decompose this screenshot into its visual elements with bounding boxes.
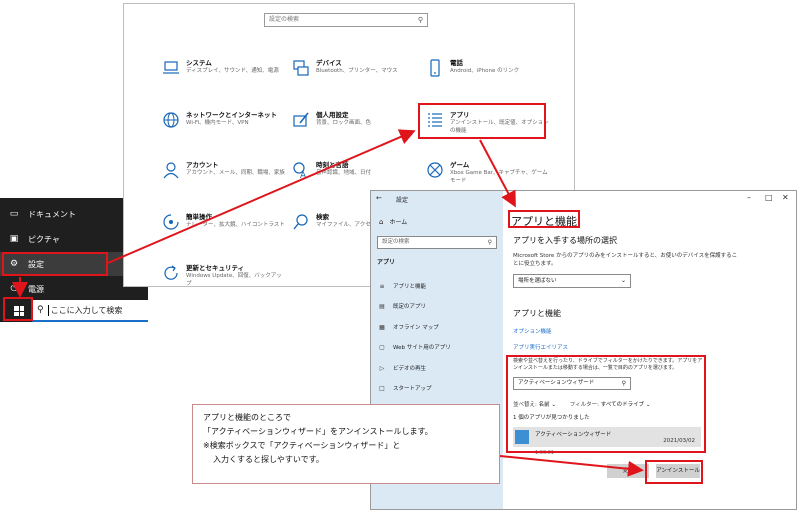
map-icon: ▦	[379, 323, 385, 331]
callout-line-4: 入力くすると探しやすいです。	[213, 455, 324, 464]
laptop-icon	[163, 61, 179, 74]
back-arrow-icon[interactable]: ←	[376, 194, 382, 202]
category-ease-of-access[interactable]: 簡単操作 ナレーター、拡大鏡、ハイコントラスト	[162, 211, 285, 247]
power-icon: ⏻	[10, 284, 18, 294]
startup-icon: □	[379, 384, 385, 392]
callout-line-1: アプリと機能のところで	[203, 413, 291, 422]
nav-item-apps-features[interactable]: ≡ アプリと機能	[377, 280, 501, 292]
category-personalization[interactable]: 個人用設定 背景、ロック画面、色	[292, 109, 412, 145]
globe-icon	[163, 112, 179, 128]
window-title: 設定	[396, 197, 409, 204]
category-system[interactable]: システム ディスプレイ、サウンド、通知、電源	[162, 57, 282, 93]
install-location-dropdown[interactable]: 場所を選ばない ⌄	[513, 274, 631, 288]
start-item-label: 電源	[28, 284, 44, 294]
nav-search-input[interactable]: 設定の検索 ⚲	[377, 236, 497, 249]
instruction-callout: アプリと機能のところで 「アクティベーションウィザード」をアンインストールします…	[192, 404, 500, 484]
search-icon: ⚲	[487, 239, 492, 246]
phone-icon	[430, 59, 440, 77]
nav-item-video-playback[interactable]: ▷ ビデオの再生	[377, 362, 501, 374]
update-icon	[164, 265, 178, 280]
time-language-icon: A	[293, 162, 307, 179]
nav-section-title: アプリ	[377, 259, 396, 266]
nav-item-startup[interactable]: □ スタートアップ	[377, 382, 501, 394]
app-execution-alias-link[interactable]: アプリ実行エイリアス	[513, 343, 568, 351]
settings-search-input[interactable]: 設定の検索 ⚲	[264, 13, 428, 27]
category-devices[interactable]: デバイス Bluetooth、プリンター、マウス	[292, 57, 412, 93]
highlight-page-title	[508, 210, 580, 228]
xbox-icon	[427, 162, 443, 178]
optional-features-link[interactable]: オプション機能	[513, 327, 552, 335]
document-icon: ▭	[9, 209, 19, 219]
paint-icon	[293, 112, 309, 127]
highlight-search-area	[506, 355, 706, 453]
taskbar-search-box[interactable]: ⚲ ここに入力して検索	[32, 300, 148, 322]
category-phone[interactable]: 電話 Android、iPhone のリンク	[426, 57, 546, 93]
highlight-start-button	[3, 297, 33, 321]
callout-line-2: 「アクティベーションウィザード」をアンインストールします。	[203, 427, 433, 436]
nav-home[interactable]: ⌂ ホーム	[379, 217, 407, 227]
list-icon: ≡	[379, 282, 385, 290]
apps-features-heading: アプリと機能	[513, 309, 561, 318]
accessibility-icon	[163, 214, 179, 230]
picture-icon: ▣	[9, 234, 19, 244]
taskbar-search-text: ここに入力して検索	[50, 305, 123, 315]
install-source-heading: アプリを入手する場所の選択	[513, 236, 617, 245]
highlight-uninstall	[645, 460, 703, 484]
callout-line-3: ※検索ボックスで「アクティベーションウィザード」と	[203, 441, 401, 450]
search-icon	[293, 214, 308, 230]
chevron-down-icon: ⌄	[620, 277, 626, 284]
svg-text:A: A	[300, 171, 307, 179]
nav-item-offline-maps[interactable]: ▦ オフライン マップ	[377, 321, 501, 333]
category-update-security[interactable]: 更新とセキュリティ Windows Update、回復、バックアップ	[162, 262, 282, 298]
person-icon	[163, 162, 179, 179]
default-apps-icon: ▤	[379, 302, 385, 310]
install-source-description: Microsoft Store からのアプリのみをインストールすると、お使いのデ…	[513, 253, 738, 267]
search-icon: ⚲	[37, 305, 44, 315]
nav-item-default-apps[interactable]: ▤ 既定のアプリ	[377, 300, 501, 312]
highlight-settings	[2, 252, 108, 276]
web-app-icon: ▢	[379, 343, 385, 351]
home-icon: ⌂	[379, 217, 384, 226]
start-item-label: ピクチャ	[28, 234, 60, 244]
modify-button[interactable]: 変更	[607, 464, 649, 478]
category-accounts[interactable]: アカウント アカウント、メール、同期、職場、家族	[162, 159, 285, 195]
keyboard-icon	[293, 60, 309, 76]
category-network[interactable]: ネットワークとインターネット Wi-Fi、機内モード、VPN	[162, 109, 282, 145]
start-item-label: ドキュメント	[28, 209, 76, 219]
highlight-apps-category	[418, 103, 546, 139]
video-icon: ▷	[379, 364, 385, 372]
nav-item-web-apps[interactable]: ▢ Web サイト用のアプリ	[377, 341, 501, 353]
search-icon: ⚲	[417, 16, 423, 24]
